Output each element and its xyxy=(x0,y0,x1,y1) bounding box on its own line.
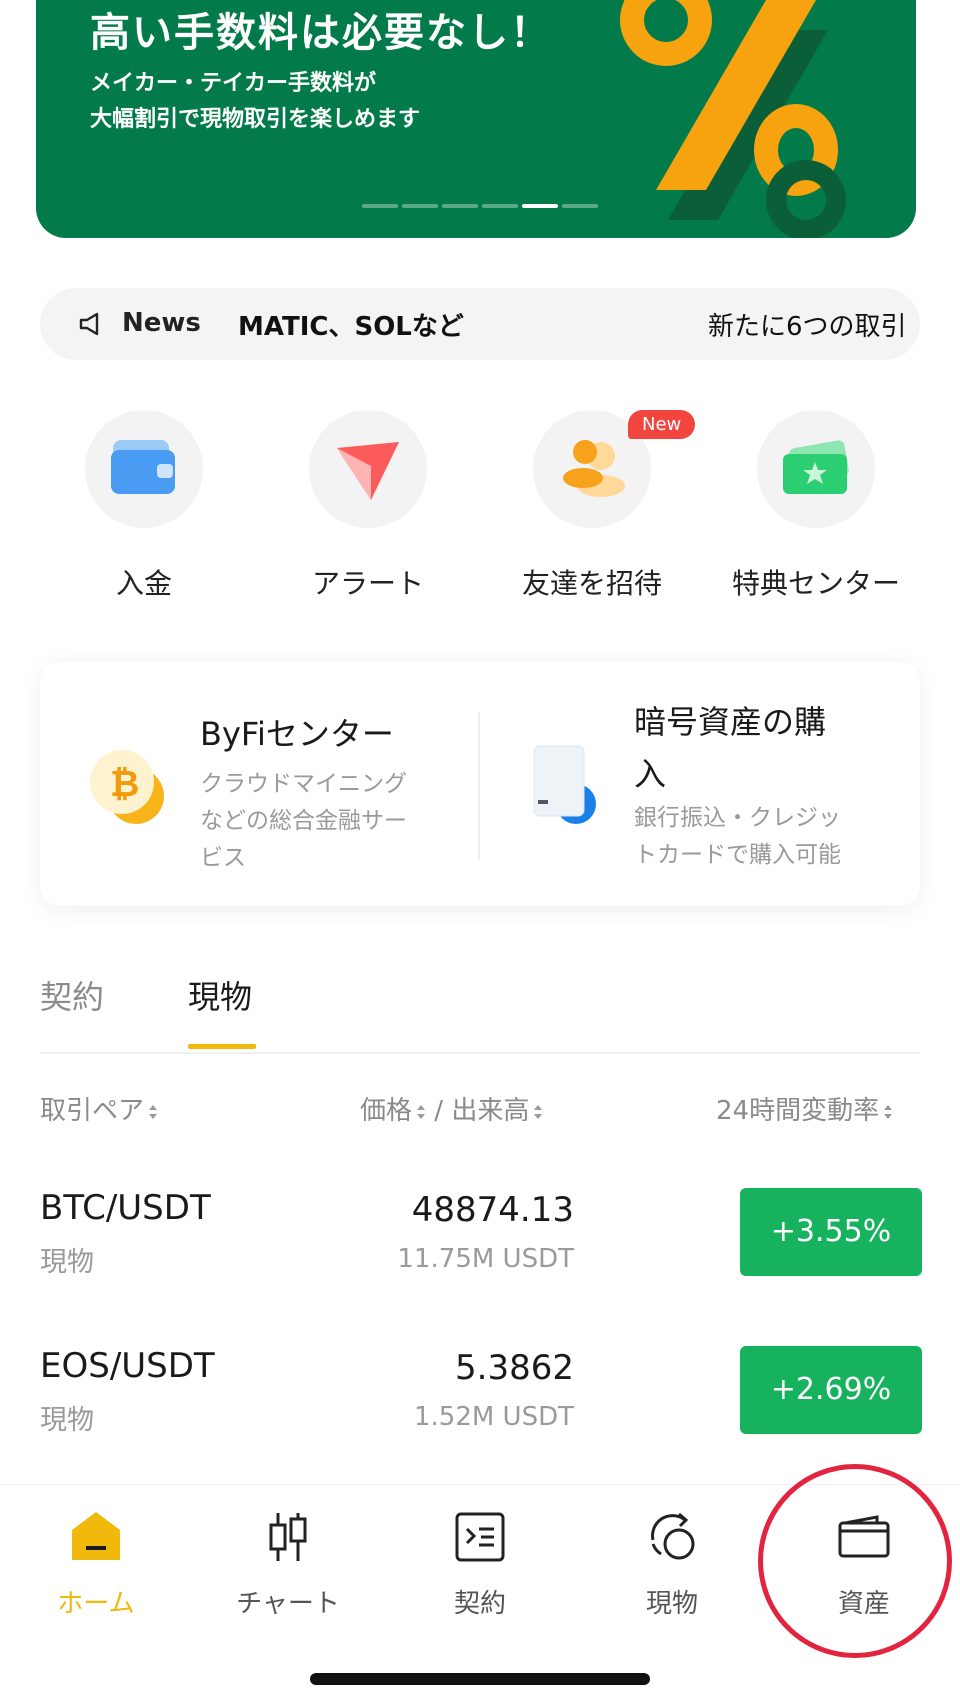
highlight-circle-annotation xyxy=(758,1464,952,1658)
column-header-volume-label: 出来高 xyxy=(451,1096,530,1126)
news-label: News xyxy=(122,308,201,338)
quick-action-label: 特典センター xyxy=(731,567,900,600)
sort-icon xyxy=(417,1104,426,1119)
buy-crypto-desc-line: 銀行振込・クレジッ xyxy=(634,805,841,831)
pair-volume: 11.75M USDT xyxy=(397,1244,574,1274)
new-badge: New xyxy=(628,410,696,439)
change-badge[interactable]: +3.55% xyxy=(740,1188,922,1276)
buy-crypto-title-line: 入 xyxy=(634,755,667,793)
quick-action-icon-bg xyxy=(757,410,875,528)
nav-label: ホーム xyxy=(57,1589,135,1619)
pair-name: BTC/USDT xyxy=(40,1188,211,1228)
tab-contract[interactable]: 契約 xyxy=(40,972,104,1018)
quick-action-deposit[interactable]: 入金 xyxy=(44,410,244,602)
quick-action-alert[interactable]: アラート xyxy=(268,410,468,602)
indicator-dot xyxy=(482,204,518,208)
quick-action-label: アラート xyxy=(311,567,424,600)
sort-icon xyxy=(534,1104,543,1119)
banner-page-indicator xyxy=(362,204,598,208)
sort-icon xyxy=(149,1104,158,1119)
home-icon xyxy=(72,1512,120,1560)
column-header-separator: / xyxy=(434,1096,444,1126)
indicator-dot xyxy=(562,204,598,208)
byfi-desc-line: ビス xyxy=(200,845,246,871)
pair-type: 現物 xyxy=(40,1405,94,1436)
pair-price: 48874.13 xyxy=(411,1190,574,1230)
quick-action-icon-bg xyxy=(85,410,203,528)
column-header-change[interactable]: 24時間変動率 xyxy=(716,1090,893,1127)
column-header-price[interactable]: 価格 xyxy=(360,1096,426,1126)
change-badge[interactable]: +2.69% xyxy=(740,1346,922,1434)
news-headline: MATIC、SOLなど xyxy=(238,312,464,342)
banner-subtitle: メイカー・テイカー手数料が 大幅割引で現物取引を楽しめます xyxy=(90,66,420,138)
pair-volume: 1.52M USDT xyxy=(413,1402,574,1432)
nav-chart[interactable]: チャート xyxy=(208,1505,368,1620)
indicator-dot xyxy=(362,204,398,208)
sort-icon xyxy=(884,1104,893,1119)
nav-contract[interactable]: 契約 xyxy=(400,1505,560,1620)
buy-crypto-description: 銀行振込・クレジッ トカードで購入可能 xyxy=(634,800,841,874)
byfi-center-entry[interactable]: ₿ ByFiセンター クラウドマイニング などの総合金融サー ビス xyxy=(40,662,478,906)
nav-label: 現物 xyxy=(645,1589,698,1619)
buy-crypto-desc-line: トカードで購入可能 xyxy=(634,842,841,868)
column-header-price-label: 価格 xyxy=(360,1096,413,1126)
quick-action-icon-bg xyxy=(309,410,427,528)
byfi-desc-line: クラウドマイニング xyxy=(200,771,407,797)
column-header-price-volume: 価格 / 出来高 xyxy=(360,1090,543,1127)
percent-icon xyxy=(620,0,846,238)
tab-active-indicator xyxy=(188,1044,256,1049)
banner-title: 高い手数料は必要なし！ xyxy=(90,10,552,56)
byfi-title: ByFiセンター xyxy=(200,715,394,753)
pair-price: 5.3862 xyxy=(455,1348,574,1388)
nav-label: 契約 xyxy=(453,1589,506,1619)
promo-card: ₿ ByFiセンター クラウドマイニング などの総合金融サー ビス 暗号資産の購… xyxy=(40,662,920,906)
promo-banner[interactable]: 高い手数料は必要なし！ メイカー・テイカー手数料が 大幅割引で現物取引を楽しめま… xyxy=(36,0,916,238)
svg-text:₿: ₿ xyxy=(110,764,139,805)
column-header-pair[interactable]: 取引ペア xyxy=(40,1090,158,1127)
buy-crypto-title: 暗号資産の購 入 xyxy=(634,696,826,800)
pair-name: EOS/USDT xyxy=(40,1346,215,1386)
banner-subtitle-line2: 大幅割引で現物取引を楽しめます xyxy=(90,107,421,132)
rewards-ticket-icon xyxy=(783,440,849,494)
spot-exchange-icon xyxy=(651,1512,695,1560)
home-indicator[interactable] xyxy=(310,1673,650,1685)
news-headline-continued: 新たに6つの取引 xyxy=(708,312,907,342)
column-header-pair-label: 取引ペア xyxy=(40,1096,145,1126)
buy-crypto-title-line: 暗号資産の購 xyxy=(634,703,827,741)
column-header-volume[interactable]: 出来高 xyxy=(451,1096,543,1126)
nav-home[interactable]: ホーム xyxy=(16,1505,176,1620)
column-header-change-label: 24時間変動率 xyxy=(716,1096,880,1126)
megaphone-icon xyxy=(79,312,99,336)
alert-icon xyxy=(337,442,399,500)
news-ticker[interactable]: News MATIC、SOLなど 新たに6つの取引 xyxy=(40,288,920,360)
wallet-icon xyxy=(111,440,175,494)
tab-spot[interactable]: 現物 xyxy=(188,972,252,1018)
banner-subtitle-line1: メイカー・テイカー手数料が xyxy=(90,71,377,96)
nav-spot[interactable]: 現物 xyxy=(592,1505,752,1620)
buy-crypto-entry[interactable]: 暗号資産の購 入 銀行振込・クレジッ トカードで購入可能 xyxy=(480,662,920,906)
contract-icon xyxy=(455,1512,505,1562)
indicator-dot-active xyxy=(522,204,558,208)
indicator-dot xyxy=(442,204,478,208)
quick-action-label: 友達を招待 xyxy=(521,567,662,600)
nav-label: チャート xyxy=(236,1589,340,1619)
indicator-dot xyxy=(402,204,438,208)
candlestick-chart-icon xyxy=(269,1513,307,1561)
byfi-description: クラウドマイニング などの総合金融サー ビス xyxy=(200,766,407,877)
pair-type: 現物 xyxy=(40,1247,94,1278)
tabs-divider xyxy=(40,1052,920,1054)
bitcoin-coin-icon: ₿ xyxy=(90,750,164,824)
quick-action-label: 入金 xyxy=(115,567,172,600)
byfi-desc-line: などの総合金融サー xyxy=(200,808,407,834)
credit-card-icon xyxy=(533,745,596,824)
quick-action-rewards-center[interactable]: 特典センター xyxy=(716,410,916,602)
